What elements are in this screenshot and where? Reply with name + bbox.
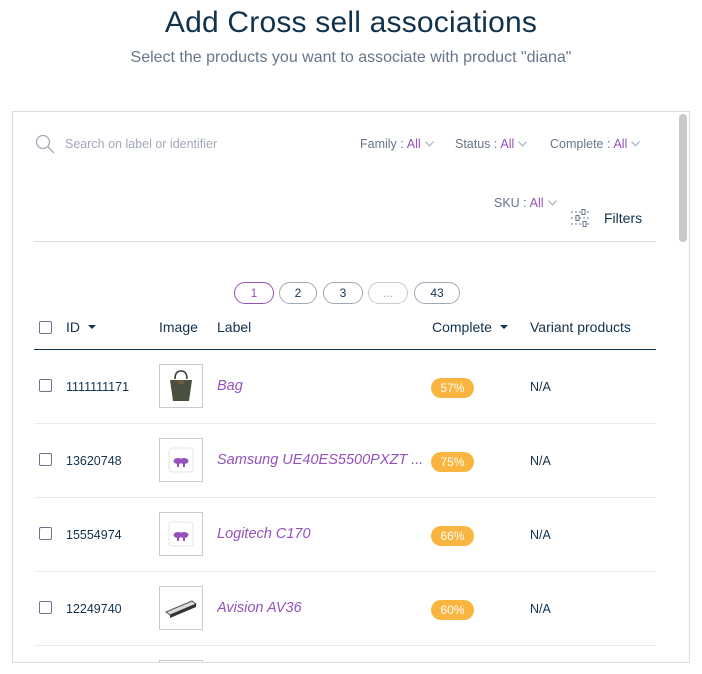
bag-icon xyxy=(170,370,192,401)
filter-complete[interactable]: Complete : All xyxy=(550,137,641,151)
column-label[interactable]: Label xyxy=(217,319,251,335)
row-checkbox[interactable] xyxy=(39,601,52,614)
filters-button-label: Filters xyxy=(604,210,643,226)
product-grid-panel: Search on label or identifier Family : A… xyxy=(12,111,690,663)
row-checkbox[interactable] xyxy=(39,379,52,392)
page-ellipsis: ... xyxy=(368,282,408,304)
row-variants: N/A xyxy=(530,380,551,394)
search-box[interactable]: Search on label or identifier xyxy=(35,134,217,154)
row-id: 13620748 xyxy=(66,454,122,468)
search-input[interactable]: Search on label or identifier xyxy=(65,137,217,151)
row-label-link[interactable]: Avision AV36 xyxy=(217,600,302,616)
page-1-button[interactable]: 1 xyxy=(234,282,274,304)
product-thumbnail xyxy=(159,512,203,556)
row-label-link[interactable]: Logitech C170 xyxy=(217,526,311,542)
column-complete[interactable]: Complete xyxy=(432,319,508,335)
scanner-icon xyxy=(165,600,197,618)
column-id-label: ID xyxy=(66,319,80,335)
table-row[interactable]: 15554974 Logitech C170 66% N/A xyxy=(13,498,689,572)
row-variants: N/A xyxy=(530,528,551,542)
page-subtitle: Select the products you want to associat… xyxy=(130,49,572,66)
product-thumbnail xyxy=(159,586,203,630)
row-label-link[interactable]: Bag xyxy=(217,378,243,394)
scrollbar[interactable] xyxy=(679,114,687,659)
column-complete-label: Complete xyxy=(432,319,492,335)
filter-status[interactable]: Status : All xyxy=(455,137,528,151)
row-id: 1111111171 xyxy=(66,380,130,394)
sort-caret-icon xyxy=(499,325,508,329)
chevron-down-icon xyxy=(547,200,557,206)
column-image: Image xyxy=(159,319,198,335)
page-43-button[interactable]: 43 xyxy=(414,282,460,304)
filter-family[interactable]: Family : All xyxy=(360,137,434,151)
page-3-button[interactable]: 3 xyxy=(323,282,363,304)
filter-status-value: All xyxy=(500,137,515,151)
column-variants: Variant products xyxy=(530,319,631,335)
completeness-badge: 75% xyxy=(431,452,474,472)
filter-complete-value: All xyxy=(613,137,628,151)
row-checkbox[interactable] xyxy=(39,527,52,540)
column-id[interactable]: ID xyxy=(66,319,96,335)
row-variants: N/A xyxy=(530,602,551,616)
filters-button[interactable]: Filters xyxy=(570,208,642,228)
select-all-checkbox[interactable] xyxy=(39,321,52,334)
page-2-button[interactable]: 2 xyxy=(279,282,317,304)
filter-complete-label: Complete : xyxy=(550,137,611,151)
placeholder-image-icon xyxy=(168,447,194,473)
sort-caret-icon xyxy=(88,325,96,329)
scrollbar-thumb[interactable] xyxy=(679,114,687,242)
column-label-label: Label xyxy=(217,319,252,335)
filter-sku-label: SKU : xyxy=(494,196,527,210)
page-title: Add Cross sell associations xyxy=(164,6,538,39)
table-row[interactable]: 1111111171 Bag 57% N/A xyxy=(13,350,689,424)
completeness-badge: 60% xyxy=(431,600,474,620)
column-image-label: Image xyxy=(159,319,198,335)
chevron-down-icon xyxy=(424,141,434,147)
table-row[interactable]: 12249740 Avision AV36 60% N/A xyxy=(13,572,689,646)
row-id: 15554974 xyxy=(66,528,122,542)
filter-sku-value: All xyxy=(529,196,544,210)
row-id: 12249740 xyxy=(66,602,122,616)
product-thumbnail xyxy=(159,660,203,662)
toolbar-divider xyxy=(34,241,656,242)
completeness-badge: 57% xyxy=(431,378,474,398)
sliders-icon xyxy=(571,209,591,227)
row-variants: N/A xyxy=(530,454,551,468)
search-icon xyxy=(35,134,55,154)
chevron-down-icon xyxy=(518,141,528,147)
product-thumbnail xyxy=(159,438,203,482)
row-label-link[interactable]: Samsung UE40ES5500PXZT ... xyxy=(217,452,423,468)
row-divider xyxy=(34,645,656,646)
placeholder-image-icon xyxy=(168,521,194,547)
column-variants-label: Variant products xyxy=(530,319,631,335)
filter-sku[interactable]: SKU : All xyxy=(494,196,557,210)
chevron-down-icon xyxy=(631,141,641,147)
row-checkbox[interactable] xyxy=(39,453,52,466)
completeness-badge: 66% xyxy=(431,526,474,546)
table-row[interactable]: 13620748 Samsung UE40ES5500PXZT ... 75% … xyxy=(13,424,689,498)
filter-family-label: Family : xyxy=(360,137,404,151)
filter-family-value: All xyxy=(406,137,421,151)
filter-status-label: Status : xyxy=(455,137,498,151)
product-thumbnail xyxy=(159,364,203,408)
